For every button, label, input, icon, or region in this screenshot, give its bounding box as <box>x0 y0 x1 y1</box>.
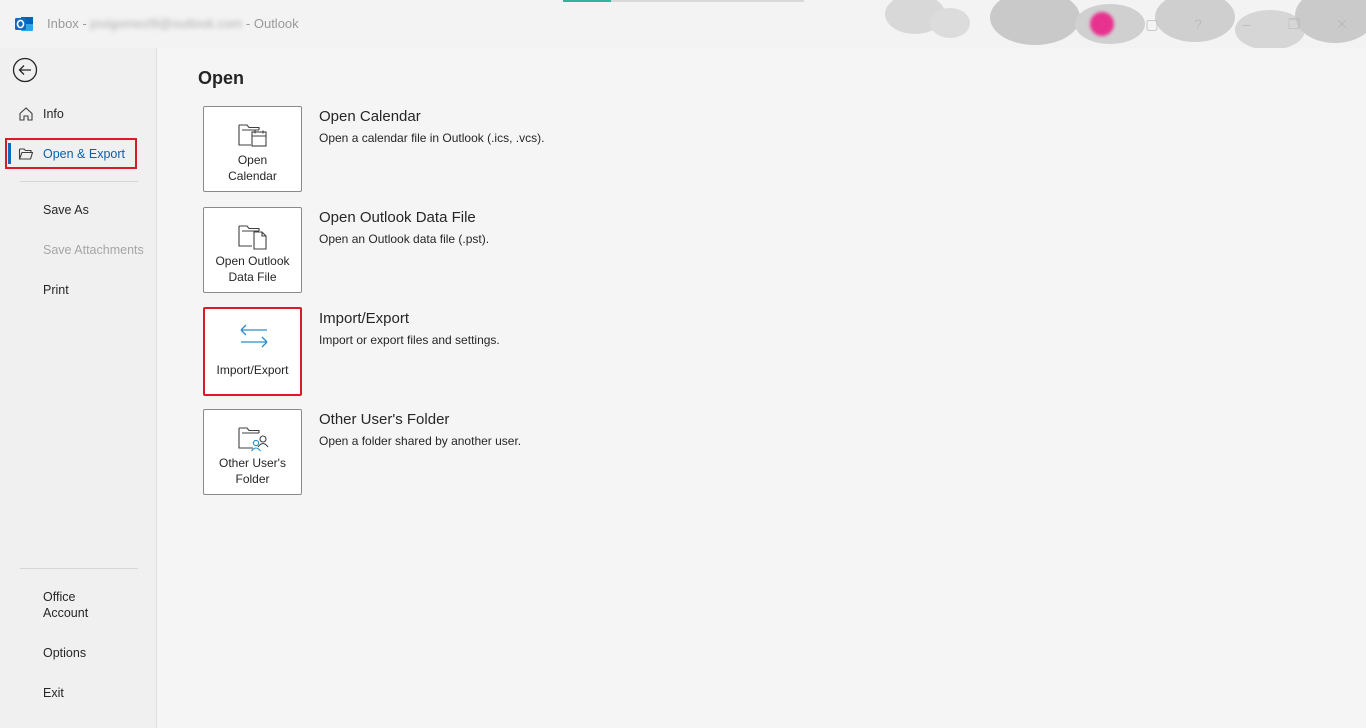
folder-user-icon <box>238 427 269 452</box>
tile-label: Open Outlook Data File <box>215 254 290 284</box>
outlook-logo-icon <box>15 17 33 31</box>
sidebar-item-label: Save As <box>43 203 89 217</box>
folder-file-icon <box>238 225 267 250</box>
back-arrow-icon[interactable] <box>12 57 38 83</box>
user-avatar[interactable] <box>1090 12 1114 36</box>
sidebar-item-label: Info <box>43 107 64 121</box>
folder-open-icon <box>18 148 34 160</box>
import-export-arrows-icon <box>240 324 268 348</box>
tile-label: Open Calendar <box>228 153 277 183</box>
option-description: Import or export files and settings. <box>319 333 500 347</box>
sidebar-item-label: Exit <box>43 686 64 700</box>
close-icon[interactable]: ✕ <box>1332 14 1352 34</box>
option-title: Import/Export <box>319 310 410 327</box>
account-email: jovigomezl9@outlook.com <box>90 16 243 31</box>
folder-calendar-icon <box>238 124 267 147</box>
import-export-button[interactable]: Import/Export <box>203 307 302 396</box>
window-title: Inbox - jovigomezl9@outlook.com - Outloo… <box>47 16 299 31</box>
sidebar-item-options[interactable]: Options <box>0 646 157 664</box>
sidebar-item-exit[interactable]: Exit <box>0 686 157 704</box>
home-icon <box>19 107 33 121</box>
sidebar-item-save-attachments: Save Attachments <box>0 243 157 261</box>
tile-label: Other User's Folder <box>219 456 286 486</box>
backstage-sidebar: Info Open & Export Save As Save Attachme… <box>0 48 157 728</box>
help-icon[interactable]: ? <box>1188 14 1208 34</box>
progress-strip <box>563 0 611 2</box>
sidebar-item-office-account[interactable]: Office Account <box>0 589 157 623</box>
sidebar-item-label: Open & Export <box>43 147 125 161</box>
sidebar-item-save-as[interactable]: Save As <box>0 203 157 221</box>
feedback-icon[interactable]: ▢ <box>1142 14 1162 34</box>
option-description: Open a folder shared by another user. <box>319 434 522 448</box>
minimize-icon[interactable]: – <box>1236 14 1256 34</box>
option-title: Open Calendar <box>319 108 421 125</box>
divider <box>20 181 138 182</box>
sidebar-item-open-export[interactable]: Open & Export <box>0 146 157 166</box>
option-description: Open a calendar file in Outlook (.ics, .… <box>319 131 545 145</box>
sidebar-item-label: Print <box>43 283 69 297</box>
restore-icon[interactable]: ❐ <box>1284 14 1304 34</box>
sidebar-item-label: Save Attachments <box>43 243 144 257</box>
page-title: Open <box>198 68 245 88</box>
sidebar-item-info[interactable]: Info <box>0 106 157 126</box>
title-bar: Inbox - jovigomezl9@outlook.com - Outloo… <box>0 0 1366 48</box>
tile-label: Import/Export <box>216 363 289 377</box>
option-description: Open an Outlook data file (.pst). <box>319 232 490 246</box>
option-title: Other User's Folder <box>319 411 450 428</box>
open-outlook-data-file-button[interactable]: Open Outlook Data File <box>203 207 302 293</box>
main-content: Open Open Calendar Open Calendar Open a c… <box>158 48 1366 728</box>
sidebar-item-label: Options <box>43 646 87 660</box>
other-users-folder-button[interactable]: Other User's Folder <box>203 409 302 495</box>
divider <box>20 568 138 569</box>
option-title: Open Outlook Data File <box>319 209 476 226</box>
sidebar-item-label: Office Account <box>43 590 89 620</box>
open-calendar-button[interactable]: Open Calendar <box>203 106 302 192</box>
progress-track <box>611 0 804 2</box>
sidebar-item-print[interactable]: Print <box>0 283 157 301</box>
